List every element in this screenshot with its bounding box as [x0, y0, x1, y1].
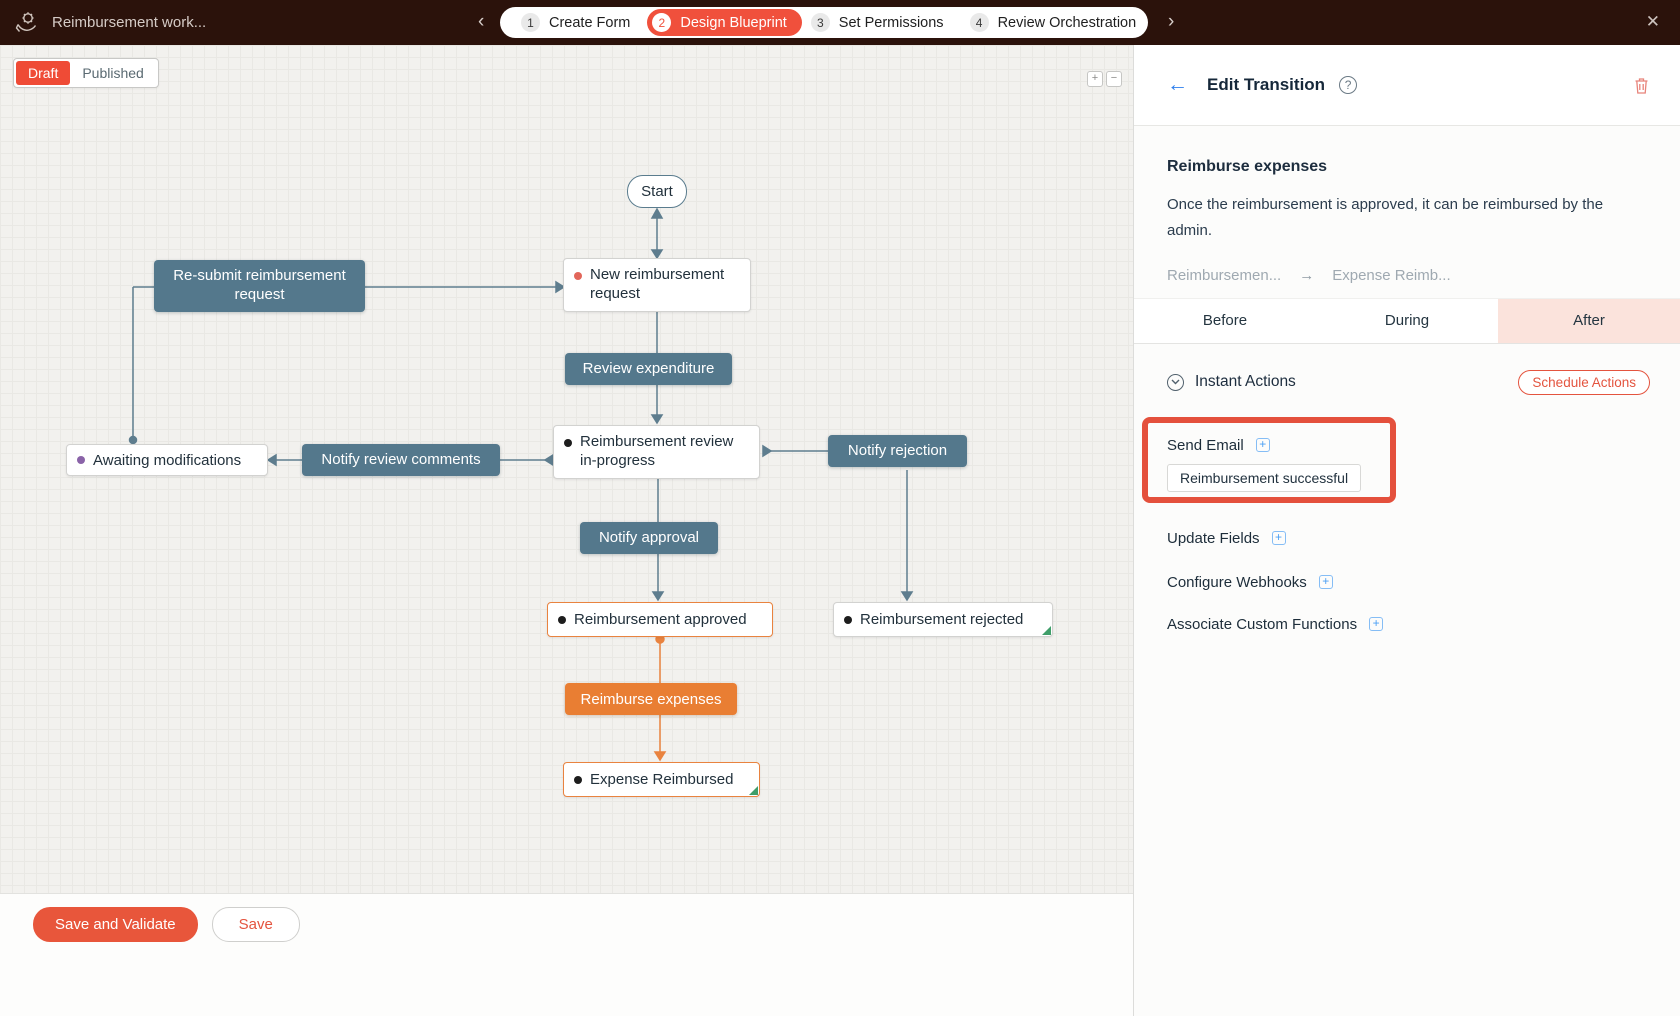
state-dot-black [564, 439, 572, 447]
node-notify-review-comments[interactable]: Notify review comments [302, 444, 500, 476]
step-number: 2 [652, 13, 672, 32]
close-icon[interactable]: ✕ [1646, 12, 1660, 32]
update-fields-label[interactable]: Update Fields [1167, 530, 1260, 547]
panel-title: Edit Transition [1207, 75, 1326, 94]
brand: Reimbursement work... [14, 9, 206, 35]
stepper-prev-icon[interactable]: ‹ [478, 11, 484, 33]
blueprint-icon [15, 12, 37, 32]
stepper-next-icon[interactable]: › [1168, 11, 1174, 33]
instant-actions-title: Instant Actions [1195, 373, 1296, 390]
add-field-update-icon[interactable]: + [1271, 531, 1286, 545]
node-label: Awaiting modifications [93, 451, 242, 469]
route-arrow-icon: → [1299, 266, 1315, 284]
state-dot-black [558, 615, 566, 624]
node-notify-approval[interactable]: Notify approval [580, 522, 718, 554]
state-dot-red [574, 272, 582, 280]
save-button[interactable]: Save [211, 907, 300, 942]
delete-transition-icon[interactable] [1633, 76, 1650, 95]
step-design-blueprint[interactable]: 2 Design Blueprint [647, 9, 802, 36]
node-label: Notify approval [598, 528, 700, 546]
step-number: 1 [521, 13, 540, 32]
node-label: Reimburse expenses [580, 690, 722, 708]
node-label: Notify rejection [847, 441, 948, 459]
save-and-validate-button[interactable]: Save and Validate [33, 907, 198, 942]
node-label: Start [641, 183, 673, 200]
edit-transition-panel: ← Edit Transition ? Reimburse expenses O… [1133, 45, 1680, 1016]
route-from: Reimbursemen... [1167, 266, 1282, 284]
node-label: New reimbursement request [590, 266, 725, 302]
tab-during[interactable]: During [1316, 299, 1498, 343]
published-toggle[interactable]: Published [70, 61, 156, 85]
step-number: 4 [969, 13, 989, 32]
associate-custom-functions-label[interactable]: Associate Custom Functions [1167, 616, 1357, 633]
node-new-reimbursement-request[interactable]: New reimbursement request [563, 258, 751, 312]
timing-tabs: Before During After [1134, 297, 1680, 344]
step-set-permissions[interactable]: 3 Set Permissions [802, 13, 961, 32]
action-configure-webhooks: Configure Webhooks + [1167, 547, 1647, 591]
node-label: Notify review comments [321, 450, 481, 468]
state-dot-black [844, 615, 852, 624]
tab-after[interactable]: After [1498, 298, 1680, 343]
node-reimbursement-rejected[interactable]: Reimbursement rejected [833, 602, 1053, 637]
schedule-actions-button[interactable]: Schedule Actions [1518, 369, 1650, 395]
node-reimbursement-approved[interactable]: Reimbursement approved [547, 602, 773, 637]
help-icon[interactable]: ? [1339, 76, 1358, 94]
corner-fold-icon [749, 786, 758, 795]
zoom-out-button[interactable]: − [1106, 71, 1122, 87]
draft-published-toggle: Draft Published [13, 58, 159, 88]
transition-name: Reimburse expenses [1167, 158, 1328, 175]
step-label: Set Permissions [838, 14, 944, 31]
app-title: Reimbursement work... [52, 13, 207, 31]
panel-body: Reimburse expenses Once the reimbursemen… [1134, 126, 1680, 1016]
transition-route: Reimbursemen... → Expense Reimb... [1134, 245, 1680, 298]
node-label: Reimbursement review in-progress [580, 433, 734, 469]
node-reimburse-expenses[interactable]: Reimburse expenses [565, 683, 737, 715]
transition-description: Once the reimbursement is approved, it c… [1167, 196, 1604, 240]
action-associate-custom-functions: Associate Custom Functions + [1167, 591, 1647, 633]
node-awaiting-modifications[interactable]: Awaiting modifications [66, 444, 268, 476]
top-bar: Reimbursement work... ‹ 1 Create Form 2 … [0, 0, 1680, 45]
actions-header: Instant Actions Schedule Actions [1134, 344, 1680, 395]
step-label: Create Form [549, 14, 631, 31]
instant-actions-icon[interactable] [1167, 373, 1184, 391]
route-to: Expense Reimb... [1332, 266, 1451, 284]
draft-toggle[interactable]: Draft [16, 61, 71, 85]
tab-before[interactable]: Before [1134, 299, 1316, 343]
node-label: Expense Reimbursed [590, 771, 734, 788]
blueprint-canvas[interactable]: Draft Published + − Start New reimbursem… [0, 45, 1133, 1016]
node-expense-reimbursed[interactable]: Expense Reimbursed [563, 762, 760, 797]
state-dot-purple [77, 456, 85, 464]
corner-fold-icon [1042, 626, 1051, 635]
node-label: Reimbursement approved [574, 611, 747, 628]
send-email-label[interactable]: Send Email [1167, 437, 1244, 454]
node-label: Reimbursement rejected [860, 611, 1024, 628]
step-create-form[interactable]: 1 Create Form [512, 13, 647, 32]
canvas-footer: Save and Validate Save [0, 893, 1133, 1016]
action-send-email: Send Email + [1167, 395, 1647, 454]
node-reimbursement-review-in-progress[interactable]: Reimbursement review in-progress [553, 425, 760, 479]
step-label: Review Orchestration [997, 14, 1137, 31]
canvas-zoom-controls: + − [1087, 71, 1122, 87]
state-dot-black [574, 775, 582, 784]
step-label: Design Blueprint [680, 14, 787, 31]
add-function-icon[interactable]: + [1369, 617, 1384, 631]
node-start[interactable]: Start [627, 175, 687, 208]
node-label: Re-submit reimbursement request [173, 267, 346, 303]
step-review-orchestration[interactable]: 4 Review Orchestration [961, 13, 1154, 32]
panel-header: ← Edit Transition ? [1134, 45, 1680, 126]
action-update-fields: Update Fields + [1167, 492, 1647, 547]
step-number: 3 [810, 13, 830, 32]
node-notify-rejection[interactable]: Notify rejection [828, 435, 967, 467]
actions-list: Send Email + Reimbursement successful Up… [1134, 395, 1680, 633]
back-icon[interactable]: ← [1167, 73, 1188, 97]
stepper: 1 Create Form 2 Design Blueprint 3 Set P… [500, 7, 1148, 38]
node-label: Review expenditure [582, 359, 715, 377]
configure-webhooks-label[interactable]: Configure Webhooks [1167, 574, 1307, 591]
zoom-in-button[interactable]: + [1087, 71, 1103, 87]
add-webhook-icon[interactable]: + [1318, 575, 1333, 589]
email-action-chip[interactable]: Reimbursement successful [1167, 463, 1362, 492]
node-review-expenditure[interactable]: Review expenditure [565, 353, 732, 385]
node-resubmit-reimbursement-request[interactable]: Re-submit reimbursement request [154, 260, 365, 312]
add-email-icon[interactable]: + [1255, 438, 1270, 452]
